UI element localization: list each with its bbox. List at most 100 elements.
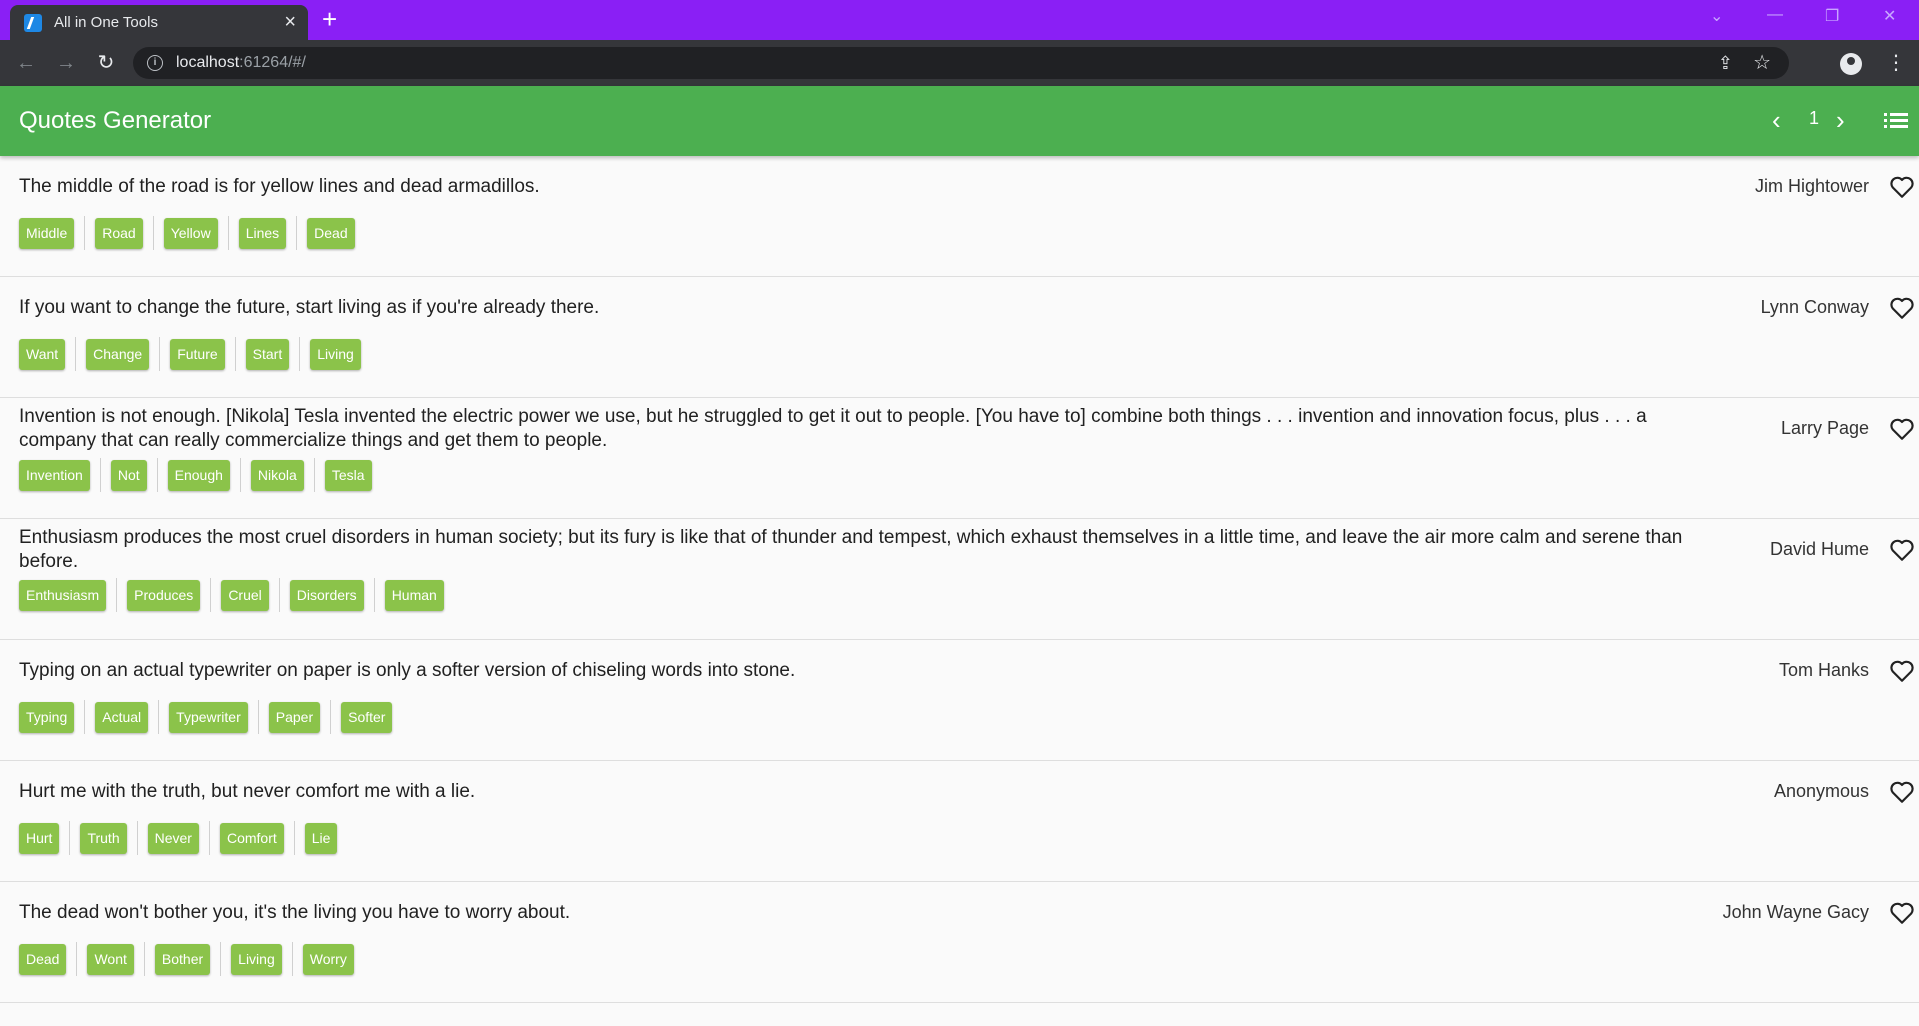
tag-chip[interactable]: Typing — [19, 701, 75, 733]
previous-page-icon[interactable]: ‹ — [1772, 105, 1781, 136]
url-text[interactable]: localhost:61264/#/ — [176, 54, 306, 72]
app-bar: Quotes Generator ‹ 1 › — [0, 86, 1919, 156]
quote-row: If you want to change the future, start … — [0, 277, 1919, 398]
tag-chip[interactable]: Never — [147, 822, 199, 854]
next-page-icon[interactable]: › — [1836, 105, 1845, 136]
quote-text: The dead won't bother you, it's the livi… — [19, 902, 571, 923]
quote-author: Larry Page — [1780, 418, 1869, 438]
quote-author: Lynn Conway — [1760, 297, 1869, 317]
quote-row: The middle of the road is for yellow lin… — [0, 156, 1919, 277]
tag-chip[interactable]: Start — [245, 338, 290, 370]
tag-chip[interactable]: Wont — [87, 943, 134, 975]
tag-chip[interactable]: Change — [86, 338, 150, 370]
new-tab-icon[interactable]: + — [322, 4, 337, 35]
tag-list: Middle Road Yellow Lines Dead — [19, 216, 355, 250]
tag-chip[interactable]: Actual — [95, 701, 149, 733]
favorite-heart-icon[interactable] — [1889, 417, 1915, 441]
restore-icon[interactable]: ❐ — [1825, 6, 1839, 26]
tag-chip[interactable]: Paper — [268, 701, 321, 733]
tag-list: Enthusiasm Produces Cruel Disorders Huma… — [19, 578, 444, 612]
page-number: 1 — [1808, 108, 1819, 128]
tag-chip[interactable]: Hurt — [19, 822, 60, 854]
tag-chip[interactable]: Lie — [304, 822, 338, 854]
quote-text: Enthusiasm produces the most cruel disor… — [19, 527, 1683, 572]
tag-chip[interactable]: Softer — [341, 701, 393, 733]
tag-chip[interactable]: Dead — [307, 217, 355, 249]
tag-chip[interactable]: Enough — [167, 459, 230, 491]
tab-search-icon[interactable]: ⌄ — [1710, 6, 1723, 26]
profile-avatar-icon[interactable] — [1840, 53, 1862, 75]
list-view-icon[interactable] — [1884, 112, 1908, 130]
tag-chip[interactable]: Living — [310, 338, 361, 370]
flutter-favicon-icon — [24, 14, 42, 32]
tag-list: Dead Wont Bother Living Worry — [19, 942, 354, 976]
tag-chip[interactable]: Future — [170, 338, 225, 370]
quote-author: David Hume — [1769, 539, 1869, 559]
page-title: Quotes Generator — [19, 107, 212, 134]
tag-list: Invention Not Enough Nikola Tesla — [19, 458, 372, 492]
tag-chip[interactable]: Want — [19, 338, 66, 370]
bookmark-star-icon[interactable]: ☆ — [1753, 50, 1771, 75]
favorite-heart-icon[interactable] — [1889, 538, 1915, 562]
tag-list: Hurt Truth Never Comfort Lie — [19, 821, 338, 855]
tag-list: Typing Actual Typewriter Paper Softer — [19, 700, 393, 734]
tag-chip[interactable]: Typewriter — [169, 701, 248, 733]
favorite-heart-icon[interactable] — [1889, 659, 1915, 683]
tag-chip[interactable]: Not — [110, 459, 147, 491]
tag-chip[interactable]: Tesla — [324, 459, 372, 491]
tag-chip[interactable]: Worry — [302, 943, 354, 975]
quote-row: Hurt me with the truth, but never comfor… — [0, 761, 1919, 882]
quote-text: Hurt me with the truth, but never comfor… — [19, 781, 476, 802]
tag-chip[interactable]: Comfort — [219, 822, 284, 854]
quote-text: Invention is not enough. [Nikola] Tesla … — [19, 406, 1647, 451]
site-info-icon[interactable]: i — [147, 55, 163, 71]
quote-author: Jim Hightower — [1754, 176, 1869, 196]
quote-row: Typing on an actual typewriter on paper … — [0, 640, 1919, 761]
url-host: localhost — [176, 54, 240, 71]
quote-row: Enthusiasm produces the most cruel disor… — [0, 519, 1919, 640]
favorite-heart-icon[interactable] — [1889, 175, 1915, 199]
quote-text: If you want to change the future, start … — [19, 297, 600, 318]
browser-menu-icon[interactable]: ⋮ — [1886, 50, 1906, 75]
url-path: :61264/#/ — [239, 54, 306, 71]
tag-chip[interactable]: Truth — [80, 822, 127, 854]
quotes-list: The middle of the road is for yellow lin… — [0, 156, 1919, 1026]
close-window-icon[interactable]: ✕ — [1883, 6, 1896, 26]
tag-chip[interactable]: Cruel — [221, 579, 269, 611]
quote-author: John Wayne Gacy — [1722, 902, 1869, 922]
tag-chip[interactable]: Invention — [19, 459, 90, 491]
tag-chip[interactable]: Middle — [19, 217, 75, 249]
browser-toolbar: ← → ↻ i localhost:61264/#/ ⇪ ☆ — [0, 40, 1919, 86]
tag-chip[interactable]: Lines — [238, 217, 287, 249]
tag-chip[interactable]: Bother — [154, 943, 211, 975]
quote-author: Tom Hanks — [1778, 660, 1869, 680]
quote-text: The middle of the road is for yellow lin… — [19, 176, 540, 197]
quote-text: Typing on an actual typewriter on paper … — [19, 660, 796, 681]
browser-tab-strip: All in One Tools × + ⌄ — ❐ ✕ — [0, 0, 1919, 40]
favorite-heart-icon[interactable] — [1889, 296, 1915, 320]
favorite-heart-icon[interactable] — [1889, 901, 1915, 925]
address-bar[interactable]: i localhost:61264/#/ ⇪ ☆ — [133, 47, 1789, 79]
tag-chip[interactable]: Human — [384, 579, 444, 611]
tag-chip[interactable]: Living — [231, 943, 282, 975]
tag-chip[interactable]: Enthusiasm — [19, 579, 107, 611]
back-icon[interactable]: ← — [11, 48, 41, 78]
favorite-heart-icon[interactable] — [1889, 780, 1915, 804]
tag-chip[interactable]: Dead — [19, 943, 67, 975]
quote-author: Anonymous — [1773, 781, 1869, 801]
tag-chip[interactable]: Yellow — [163, 217, 218, 249]
close-tab-icon[interactable]: × — [284, 11, 296, 34]
share-icon[interactable]: ⇪ — [1718, 53, 1733, 74]
quote-row: Invention is not enough. [Nikola] Tesla … — [0, 398, 1919, 519]
quote-row: The dead won't bother you, it's the livi… — [0, 882, 1919, 1003]
tag-chip[interactable]: Produces — [127, 579, 201, 611]
forward-icon[interactable]: → — [51, 48, 81, 78]
tag-chip[interactable]: Nikola — [250, 459, 304, 491]
reload-icon[interactable]: ↻ — [91, 48, 121, 78]
minimize-icon[interactable]: — — [1767, 6, 1783, 24]
tag-list: Want Change Future Start Living — [19, 337, 361, 371]
browser-tab[interactable]: All in One Tools × — [10, 5, 308, 40]
tag-chip[interactable]: Disorders — [289, 579, 364, 611]
tag-chip[interactable]: Road — [95, 217, 143, 249]
tab-title: All in One Tools — [54, 14, 158, 31]
